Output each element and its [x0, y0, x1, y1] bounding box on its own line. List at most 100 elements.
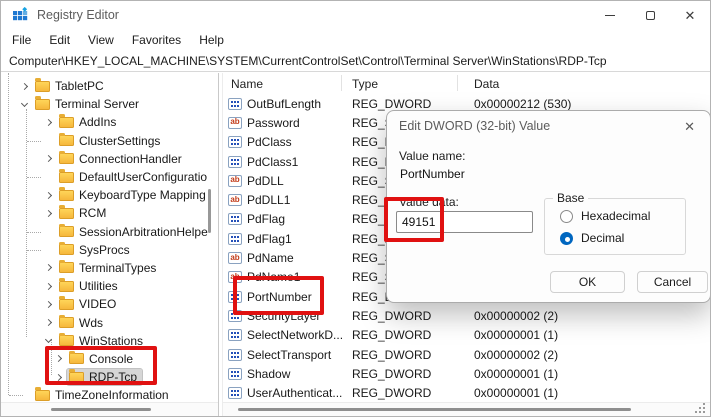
tree-item-sessionarbitrationhelpe[interactable]: SessionArbitrationHelpe — [1, 223, 218, 241]
tree-item-rcm[interactable]: RCM — [1, 204, 218, 222]
tree-item-terminal-server[interactable]: Terminal Server — [1, 95, 218, 113]
menu-file[interactable]: File — [3, 31, 40, 49]
dialog-title: Edit DWORD (32-bit) Value — [399, 119, 550, 133]
menu-favorites[interactable]: Favorites — [123, 31, 190, 49]
folder-icon — [59, 153, 74, 164]
radio-icon[interactable] — [560, 210, 573, 223]
value-data: 0x00000001 (1) — [471, 386, 710, 400]
column-divider[interactable] — [341, 75, 342, 91]
folder-icon — [69, 372, 84, 383]
column-header-data[interactable]: Data — [471, 77, 710, 91]
value-name: Password — [247, 116, 300, 130]
tree-item-console[interactable]: Console — [1, 350, 218, 368]
chevron-down-icon[interactable] — [19, 99, 29, 109]
registry-tree-pane: TabletPC Terminal Server AddIns ClusterS… — [1, 73, 219, 416]
radio-icon[interactable] — [560, 232, 573, 245]
chevron-right-icon[interactable] — [43, 263, 53, 273]
resize-grip[interactable] — [695, 403, 706, 414]
tree-item-rdp-tcp[interactable]: RDP-Tcp — [1, 368, 218, 386]
folder-icon — [59, 317, 74, 328]
chevron-right-icon[interactable] — [43, 190, 53, 200]
value-name: SelectNetworkD... — [247, 328, 343, 342]
tree-item-keyboardtype-mapping[interactable]: KeyboardType Mapping — [1, 186, 218, 204]
tree-item-clustersettings[interactable]: ClusterSettings — [1, 132, 218, 150]
tree-item-winstations[interactable]: WinStations — [1, 332, 218, 350]
tree-item-label: SessionArbitrationHelpe — [79, 225, 208, 239]
tree-hscroll-thumb[interactable] — [51, 408, 151, 411]
tree-vertical-scrollbar[interactable] — [208, 189, 211, 233]
value-data-input[interactable] — [396, 211, 533, 233]
column-header-name[interactable]: Name — [223, 77, 349, 91]
tree-item-label: Console — [89, 352, 133, 366]
chevron-right-icon[interactable] — [43, 154, 53, 164]
tree-item-sysprocs[interactable]: SysProcs — [1, 241, 218, 259]
registry-editor-window: Registry Editor ✕ FileEditViewFavoritesH… — [0, 0, 711, 417]
dialog-close-icon[interactable]: ✕ — [681, 119, 698, 134]
value-type: REG_DWORD — [349, 328, 471, 342]
tree-item-label: RDP-Tcp — [89, 370, 137, 384]
registry-value-row-selectnetworkd-[interactable]: SelectNetworkD... REG_DWORD 0x00000001 (… — [223, 326, 710, 345]
reg-dword-icon — [228, 98, 242, 110]
value-name: PdName — [247, 251, 294, 265]
menu-help[interactable]: Help — [190, 31, 233, 49]
menu-edit[interactable]: Edit — [40, 31, 79, 49]
tree-horizontal-scrollbar[interactable] — [1, 402, 218, 416]
ok-button[interactable]: OK — [550, 271, 625, 293]
list-hscroll-thumb[interactable] — [238, 408, 631, 411]
folder-icon — [35, 99, 50, 110]
value-name: SecurityLayer — [247, 309, 320, 323]
minimize-icon — [605, 15, 615, 16]
address-bar[interactable]: Computer\HKEY_LOCAL_MACHINE\SYSTEM\Curre… — [1, 51, 710, 72]
tree-items: TabletPC Terminal Server AddIns ClusterS… — [1, 73, 218, 404]
chevron-right-icon[interactable] — [43, 299, 53, 309]
list-horizontal-scrollbar[interactable] — [223, 402, 710, 416]
tree-item-wds[interactable]: Wds — [1, 313, 218, 331]
folder-icon — [59, 172, 74, 183]
chevron-right-icon[interactable] — [43, 281, 53, 291]
cancel-button[interactable]: Cancel — [637, 271, 708, 293]
registry-value-row-selecttransport[interactable]: SelectTransport REG_DWORD 0x00000002 (2) — [223, 345, 710, 364]
folder-icon — [59, 299, 74, 310]
value-name: PdClass — [247, 135, 292, 149]
value-type: REG_DWORD — [349, 309, 471, 323]
menu-view[interactable]: View — [79, 31, 123, 49]
tree-item-addins[interactable]: AddIns — [1, 113, 218, 131]
base-groupbox: Base Hexadecimal Decimal — [544, 198, 686, 255]
reg-sz-icon — [228, 117, 242, 129]
folder-icon — [35, 390, 50, 401]
maximize-button[interactable] — [630, 1, 670, 29]
chevron-down-icon[interactable] — [43, 336, 53, 346]
tree-item-utilities[interactable]: Utilities — [1, 277, 218, 295]
tree-item-connectionhandler[interactable]: ConnectionHandler — [1, 150, 218, 168]
chevron-right-icon[interactable] — [43, 117, 53, 127]
value-name: PdDLL — [247, 174, 284, 188]
tree-item-label: ConnectionHandler — [79, 152, 182, 166]
tree-item-terminaltypes[interactable]: TerminalTypes — [1, 259, 218, 277]
chevron-right-icon[interactable] — [53, 372, 63, 382]
value-name: UserAuthenticat... — [247, 386, 342, 400]
tree-item-video[interactable]: VIDEO — [1, 295, 218, 313]
value-data: 0x00000002 (2) — [471, 309, 710, 323]
folder-icon — [59, 244, 74, 255]
chevron-right-icon[interactable] — [43, 208, 53, 218]
reg-dword-icon — [228, 136, 242, 148]
minimize-button[interactable] — [590, 1, 630, 29]
chevron-right-icon[interactable] — [19, 81, 29, 91]
value-name: PdName1 — [247, 270, 300, 284]
value-name-label: Value name: — [399, 149, 466, 163]
value-data: 0x00000001 (1) — [471, 328, 710, 342]
close-button[interactable]: ✕ — [670, 1, 710, 29]
registry-value-row-userauthenticat-[interactable]: UserAuthenticat... REG_DWORD 0x00000001 … — [223, 383, 710, 402]
chevron-right-icon[interactable] — [43, 318, 53, 328]
value-name-text: PortNumber — [400, 167, 465, 181]
chevron-right-icon[interactable] — [53, 354, 63, 364]
column-divider[interactable] — [457, 75, 458, 91]
radio-hexadecimal[interactable]: Hexadecimal — [560, 209, 650, 223]
radio-decimal[interactable]: Decimal — [560, 231, 624, 245]
registry-value-row-shadow[interactable]: Shadow REG_DWORD 0x00000001 (1) — [223, 364, 710, 383]
registry-value-row-securitylayer[interactable]: SecurityLayer REG_DWORD 0x00000002 (2) — [223, 306, 710, 325]
tree-item-tabletpc[interactable]: TabletPC — [1, 77, 218, 95]
tree-item-label: Utilities — [79, 279, 118, 293]
column-header-type[interactable]: Type — [349, 77, 471, 91]
tree-item-defaultuserconfiguratio[interactable]: DefaultUserConfiguratio — [1, 168, 218, 186]
